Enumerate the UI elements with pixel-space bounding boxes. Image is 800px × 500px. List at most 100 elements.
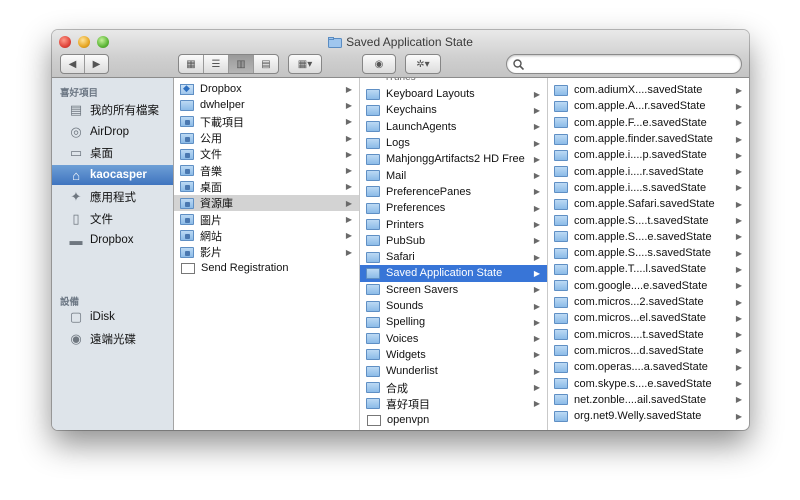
search-input[interactable]: [506, 54, 742, 74]
col1-item[interactable]: 資源庫 ▶: [174, 195, 359, 212]
col3-item[interactable]: com.micros...2.savedState ▶: [548, 294, 749, 310]
column-view-button[interactable]: ▥: [229, 55, 254, 73]
col1-item-label: Send Registration: [201, 262, 289, 275]
sidebar-item-6[interactable]: ▬ Dropbox: [52, 230, 173, 250]
desktop-icon: ▭: [69, 145, 83, 161]
col2-item[interactable]: Keychains ▶: [360, 102, 547, 118]
col3-item[interactable]: com.apple.Safari.savedState ▶: [548, 196, 749, 212]
col3-item[interactable]: com.apple.i....r.savedState ▶: [548, 164, 749, 180]
chevron-right-icon: ▶: [735, 85, 743, 95]
sidebar-item-1[interactable]: ◎ AirDrop: [52, 122, 173, 142]
col3-item-label: com.apple.i....p.savedState: [574, 149, 707, 162]
col2-item[interactable]: Preferences ▶: [360, 200, 547, 216]
col2-item[interactable]: Saved Application State ▶: [360, 265, 547, 282]
col3-item[interactable]: org.net9.Welly.savedState ▶: [548, 408, 749, 424]
icon-view-button[interactable]: ▦: [179, 55, 204, 73]
column-library: iTunesKeyboard Layouts▶Keychains▶LaunchA…: [360, 78, 548, 430]
col2-item[interactable]: Spelling ▶: [360, 314, 547, 330]
chevron-right-icon: ▶: [533, 366, 541, 376]
col2-item[interactable]: Screen Savers ▶: [360, 282, 547, 298]
col3-item[interactable]: com.micros...el.savedState ▶: [548, 310, 749, 326]
col1-item[interactable]: 公用 ▶: [174, 130, 359, 146]
col3-item[interactable]: com.micros...d.savedState ▶: [548, 343, 749, 359]
sidebar-item-3[interactable]: ⌂ kaocasper: [52, 165, 173, 186]
quicklook-button[interactable]: ◉: [362, 54, 396, 74]
col2-item[interactable]: PreferencePanes ▶: [360, 184, 547, 200]
folder-icon: [366, 186, 380, 198]
col3-item[interactable]: com.apple.i....s.savedState ▶: [548, 180, 749, 196]
col2-item[interactable]: 合成 ▶: [360, 379, 547, 395]
col1-item[interactable]: Dropbox ▶: [174, 81, 359, 97]
sidebar-item-5[interactable]: ▯ 文件: [52, 209, 173, 229]
col3-item[interactable]: com.apple.F...e.savedState ▶: [548, 115, 749, 131]
col2-item[interactable]: openvpn: [360, 412, 547, 428]
chevron-right-icon: ▶: [533, 138, 541, 148]
chevron-right-icon: ▶: [345, 215, 353, 225]
col3-item[interactable]: com.apple.A...r.savedState ▶: [548, 98, 749, 114]
chevron-right-icon: ▶: [735, 150, 743, 160]
col1-item[interactable]: 圖片 ▶: [174, 211, 359, 227]
folder-icon: [366, 251, 380, 263]
col1-item[interactable]: 音樂 ▶: [174, 163, 359, 179]
col1-item[interactable]: 文件 ▶: [174, 146, 359, 162]
col2-item[interactable]: 喜好項目 ▶: [360, 396, 547, 412]
action-button[interactable]: ✲▾: [405, 54, 441, 74]
col1-item[interactable]: Send Registration: [174, 260, 359, 276]
sidebar-device-1[interactable]: ◉ 遠端光碟: [52, 329, 173, 349]
col3-item-label: com.apple.Safari.savedState: [574, 198, 715, 211]
coverflow-view-button[interactable]: ▤: [254, 55, 278, 73]
col2-item[interactable]: Sounds ▶: [360, 298, 547, 314]
chevron-right-icon: ▶: [533, 236, 541, 246]
col2-item[interactable]: Keyboard Layouts ▶: [360, 86, 547, 102]
col3-item[interactable]: com.apple.T....l.savedState ▶: [548, 261, 749, 277]
arrange-button[interactable]: ▦▾: [288, 54, 322, 74]
sidebar-item-4[interactable]: ✦ 應用程式: [52, 187, 173, 207]
chevron-right-icon: ▶: [533, 154, 541, 164]
col3-item[interactable]: com.apple.finder.savedState ▶: [548, 131, 749, 147]
col2-item[interactable]: Mail ▶: [360, 168, 547, 184]
col2-item[interactable]: Printers ▶: [360, 216, 547, 232]
col2-item[interactable]: Widgets ▶: [360, 347, 547, 363]
col1-item-label: 圖片: [200, 214, 222, 227]
chevron-right-icon: ▶: [735, 346, 743, 356]
col3-item[interactable]: com.google....e.savedState ▶: [548, 278, 749, 294]
sidebar-item-2[interactable]: ▭ 桌面: [52, 143, 173, 163]
col2-item[interactable]: PubSub ▶: [360, 233, 547, 249]
col1-item[interactable]: 桌面 ▶: [174, 179, 359, 195]
col3-item[interactable]: com.apple.S....s.savedState ▶: [548, 245, 749, 261]
col1-item[interactable]: 影片 ▶: [174, 244, 359, 260]
col3-item[interactable]: com.skype.s....e.savedState ▶: [548, 375, 749, 391]
folder-icon: [554, 247, 568, 259]
col3-item[interactable]: com.adiumX....savedState ▶: [548, 82, 749, 98]
back-button[interactable]: ◀: [61, 59, 84, 70]
folder-icon: [366, 202, 380, 214]
col1-item-label: dwhelper: [200, 99, 245, 112]
col3-item[interactable]: com.apple.S....t.savedState ▶: [548, 212, 749, 228]
col3-item-label: com.apple.A...r.savedState: [574, 100, 706, 113]
sidebar-device-0[interactable]: ▢ iDisk: [52, 307, 173, 327]
folder-icon: [554, 329, 568, 341]
forward-button[interactable]: ▶: [85, 59, 108, 70]
col2-item[interactable]: Wunderlist ▶: [360, 363, 547, 379]
folder-icon: [328, 37, 343, 51]
col3-item-label: com.micros...d.savedState: [574, 344, 704, 357]
col2-item[interactable]: LaunchAgents ▶: [360, 119, 547, 135]
col1-item[interactable]: 下載項目 ▶: [174, 114, 359, 130]
sidebar-item-0[interactable]: ▤ 我的所有檔案: [52, 100, 173, 120]
col1-item[interactable]: dwhelper ▶: [174, 97, 359, 113]
col3-item[interactable]: com.apple.S....e.savedState ▶: [548, 229, 749, 245]
col3-item[interactable]: net.zonble....ail.savedState ▶: [548, 392, 749, 408]
folder-icon: [554, 345, 568, 357]
list-view-button[interactable]: ☰: [204, 55, 229, 73]
col2-item[interactable]: Voices ▶: [360, 331, 547, 347]
col2-item[interactable]: MahjonggArtifacts2 HD Free ▶: [360, 151, 547, 167]
col1-item-label: Dropbox: [200, 83, 242, 96]
col2-item[interactable]: Safari ▶: [360, 249, 547, 265]
col2-item[interactable]: Logs ▶: [360, 135, 547, 151]
col3-item[interactable]: com.operas....a.savedState ▶: [548, 359, 749, 375]
col1-item[interactable]: 網站 ▶: [174, 228, 359, 244]
col3-item[interactable]: com.micros....t.savedState ▶: [548, 327, 749, 343]
folder-icon: [554, 361, 568, 373]
col3-item[interactable]: com.apple.i....p.savedState ▶: [548, 147, 749, 163]
chevron-right-icon: ▶: [345, 166, 353, 176]
